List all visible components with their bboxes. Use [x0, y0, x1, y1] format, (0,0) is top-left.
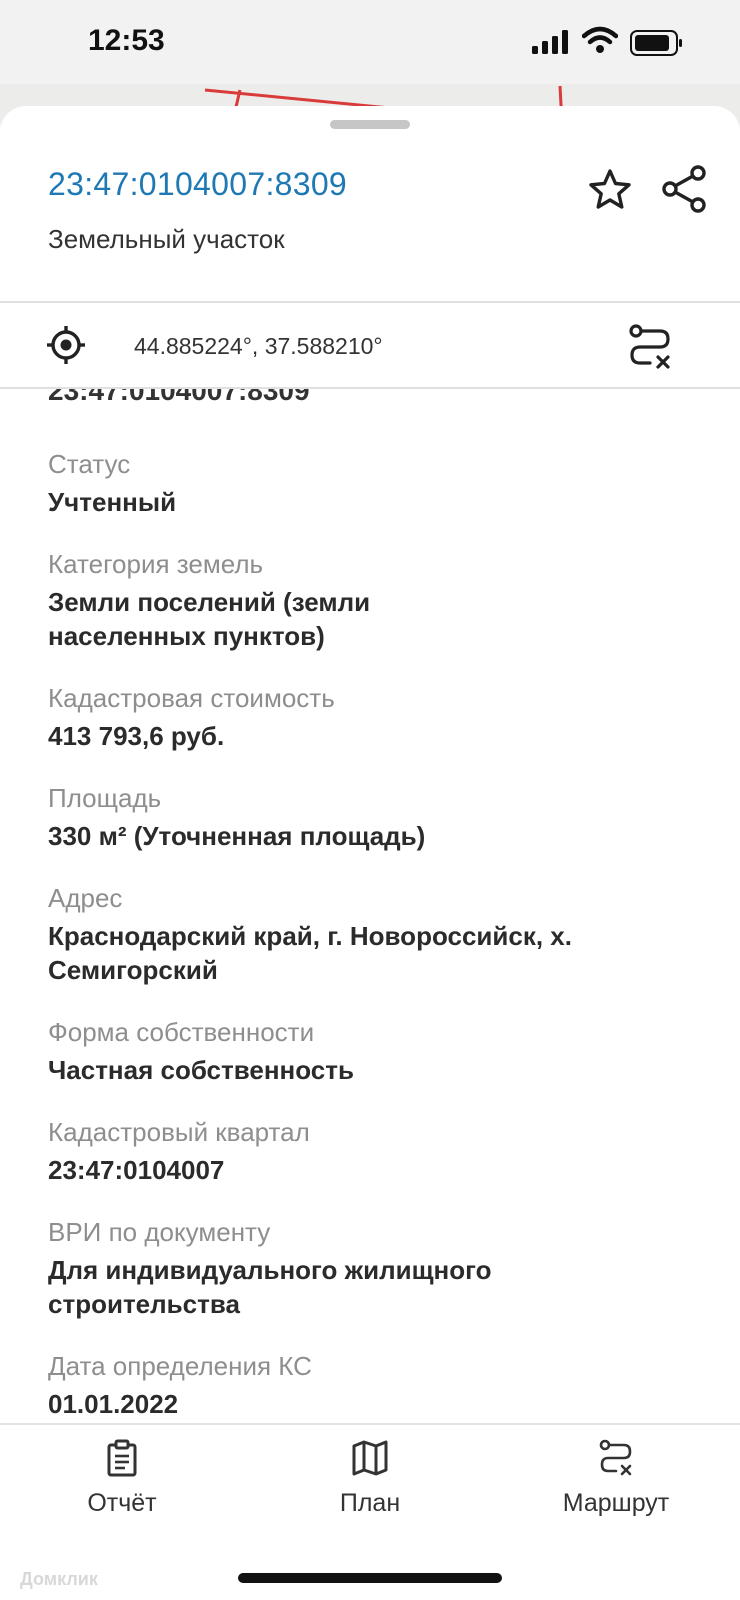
tab-report[interactable]: Отчёт [22, 1439, 222, 1529]
field-ownership: Форма собственности Частная собственност… [48, 1015, 708, 1087]
tab-route[interactable]: Маршрут [516, 1439, 716, 1529]
tab-label: Маршрут [562, 1489, 670, 1517]
parcel-info-sheet: 23:47:0104007:8309 Земельный участок 44.… [0, 106, 740, 1600]
home-indicator[interactable] [238, 1573, 502, 1583]
field-label: Форма собственности [48, 1017, 315, 1047]
status-time: 12:53 [88, 24, 165, 57]
field-address: Адрес Краснодарский край, г. Новороссийс… [48, 881, 708, 987]
field-value-line: Краснодарский край, г. Новороссийск, х. [48, 921, 572, 951]
watermark-logo: Домклик [20, 1569, 98, 1589]
field-label: ВРИ по документу [48, 1217, 271, 1247]
field-value-line: Для индивидуального жилищного [48, 1255, 492, 1285]
field-permitted-use: ВРИ по документу Для индивидуального жил… [48, 1215, 708, 1321]
favorite-star-icon[interactable] [586, 166, 634, 214]
field-value: Земли поселений (земли населенных пункто… [48, 585, 708, 653]
location-target-icon[interactable] [46, 325, 86, 365]
field-value-line: Семигорский [48, 955, 218, 985]
sheet-grabber[interactable] [330, 120, 410, 129]
details-list[interactable]: 23:47:0104007:8309 Статус Учтенный Катег… [0, 389, 740, 1423]
field-value: 01.01.2022 [48, 1389, 179, 1419]
field-label: Кадастровая стоимость [48, 683, 335, 713]
field-label: Дата определения КС [48, 1351, 312, 1381]
field-label: Категория земель [48, 549, 264, 579]
field-cadastral-quarter: Кадастровый квартал 23:47:0104007 [48, 1115, 708, 1187]
field-value: Частная собственность [48, 1055, 354, 1085]
field-label: Кадастровый квартал [48, 1117, 310, 1147]
tab-plan[interactable]: План [270, 1439, 470, 1529]
route-icon [599, 1439, 632, 1476]
share-icon[interactable] [660, 164, 708, 214]
field-value: Для индивидуального жилищного строительс… [48, 1253, 708, 1321]
route-icon[interactable] [626, 323, 674, 371]
field-value-line: населенных пунктов) [48, 621, 325, 651]
field-label: Площадь [48, 783, 162, 813]
cellular-signal-icon [532, 30, 568, 54]
object-type: Земельный участок [48, 224, 285, 254]
map-icon [352, 1440, 388, 1476]
tab-label: Отчёт [87, 1489, 157, 1517]
status-bar: 12:53 [0, 0, 740, 90]
cadastral-number-title[interactable]: 23:47:0104007:8309 [48, 166, 347, 203]
field-value-line: Земли поселений (земли [48, 587, 371, 617]
field-label: Статус [48, 449, 131, 479]
field-value: 413 793,6 руб. [48, 721, 225, 751]
field-value: 23:47:0104007 [48, 1155, 225, 1185]
field-value-line: строительства [48, 1289, 240, 1319]
wifi-icon [582, 26, 618, 53]
field-valuation-date: Дата определения КС 01.01.2022 [48, 1349, 708, 1421]
clipboard-icon [107, 1439, 137, 1477]
field-value: Учтенный [48, 487, 177, 517]
coordinates-row: 44.885224°, 37.588210° [0, 303, 740, 387]
field-value: Краснодарский край, г. Новороссийск, х. … [48, 919, 708, 987]
tab-label: План [339, 1489, 401, 1517]
cadastral-number-value: 23:47:0104007:8309 [48, 389, 310, 406]
bottom-tab-bar: Отчёт План Маршрут Домклик [0, 1423, 740, 1600]
battery-icon [630, 30, 682, 56]
field-cadastral-value: Кадастровая стоимость 413 793,6 руб. [48, 681, 708, 753]
field-land-category: Категория земель Земли поселений (земли … [48, 547, 708, 653]
coordinates-text[interactable]: 44.885224°, 37.588210° [134, 333, 383, 360]
field-area: Площадь 330 м² (Уточненная площадь) [48, 781, 708, 853]
field-status: Статус Учтенный [48, 447, 708, 519]
field-label: Адрес [48, 883, 123, 913]
field-value: 330 м² (Уточненная площадь) [48, 821, 426, 851]
